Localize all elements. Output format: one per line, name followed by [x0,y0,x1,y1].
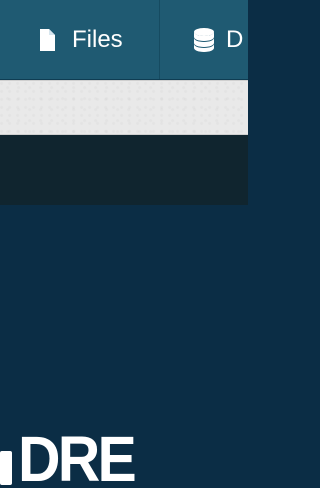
toolbar-texture [0,81,248,134]
logo-text: DRE [18,422,137,488]
main-content: DRE [0,205,248,488]
nav-item-files-label: Files [72,26,123,53]
nav-item-data[interactable]: D [192,0,244,79]
toolbar-strip [0,80,248,135]
secondary-strip [0,135,248,205]
logo-accent-bar [0,451,12,485]
dre-logo: DRE [0,422,144,488]
database-icon [192,27,216,53]
nav-item-files[interactable]: Files [38,0,123,79]
nav-item-data-label: D [226,26,244,53]
nav-divider [159,0,160,79]
file-icon [38,28,56,52]
top-navigation: Files D [0,0,248,80]
